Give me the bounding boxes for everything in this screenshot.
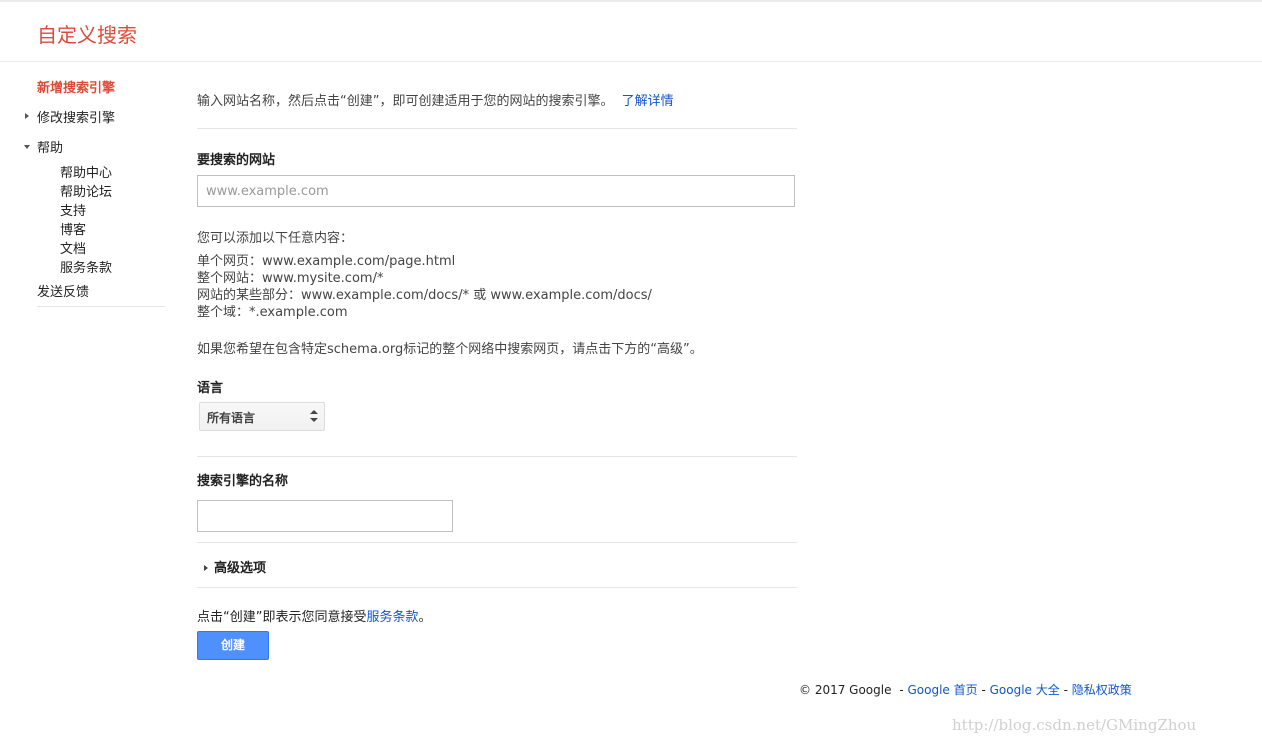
watermark-text: http://blog.csdn.net/GMingZhou bbox=[952, 716, 1197, 734]
terms-link[interactable]: 服务条款 bbox=[366, 610, 418, 625]
example-domain: 整个域：*.example.com bbox=[197, 305, 348, 320]
sidebar-item-docs[interactable]: 文档 bbox=[60, 238, 86, 257]
create-button[interactable]: 创建 bbox=[197, 631, 269, 660]
sidebar-divider bbox=[37, 306, 165, 307]
sidebar-item-terms[interactable]: 服务条款 bbox=[60, 257, 112, 276]
section-divider bbox=[197, 587, 797, 588]
sidebar-item-new-engine[interactable]: 新增搜索引擎 bbox=[37, 77, 115, 96]
sidebar-item-feedback[interactable]: 发送反馈 bbox=[37, 281, 89, 300]
footer-separator: - bbox=[1063, 683, 1068, 697]
language-selected-value: 所有语言 bbox=[207, 411, 256, 425]
sidebar-item-help-center[interactable]: 帮助中心 bbox=[60, 162, 112, 181]
section-divider bbox=[197, 542, 797, 543]
privacy-policy-link[interactable]: 隐私权政策 bbox=[1072, 683, 1132, 697]
sidebar-item-edit-engine[interactable]: 修改搜索引擎 bbox=[37, 107, 115, 126]
language-label: 语言 bbox=[197, 381, 224, 396]
sidebar-item-support[interactable]: 支持 bbox=[60, 200, 86, 219]
terms-suffix: 。 bbox=[418, 610, 432, 625]
learn-more-link[interactable]: 了解详情 bbox=[622, 94, 674, 109]
can-add-text: 您可以添加以下任意内容： bbox=[197, 231, 354, 246]
sites-label: 要搜索的网站 bbox=[197, 153, 276, 168]
copyright-text: © 2017 Google bbox=[799, 683, 892, 697]
footer-separator: - bbox=[899, 683, 904, 697]
schema-note: 如果您希望在包含特定schema.org标记的整个网络中搜索网页，请点击下方的“… bbox=[197, 342, 703, 357]
section-divider bbox=[197, 128, 797, 129]
sites-input[interactable] bbox=[197, 175, 795, 207]
engine-name-input[interactable] bbox=[197, 500, 453, 532]
collapse-arrow-icon[interactable] bbox=[24, 145, 30, 149]
engine-name-label: 搜索引擎的名称 bbox=[197, 474, 289, 489]
terms-notice: 点击“创建”即表示您同意接受服务条款。 bbox=[197, 606, 432, 625]
expand-arrow-icon[interactable] bbox=[25, 113, 29, 119]
expand-arrow-icon[interactable] bbox=[204, 565, 208, 571]
sidebar-item-help-forum[interactable]: 帮助论坛 bbox=[60, 181, 112, 200]
app-title: 自定义搜索 bbox=[37, 23, 137, 47]
footer-separator: - bbox=[981, 683, 986, 697]
advanced-options-toggle[interactable]: 高级选项 bbox=[214, 557, 266, 576]
intro-text: 输入网站名称，然后点击“创建”，即可创建适用于您的网站的搜索引擎。 了解详情 bbox=[197, 90, 674, 109]
sidebar-item-blog[interactable]: 博客 bbox=[60, 219, 86, 238]
footer: © 2017 Google - Google 首页 - Google 大全 - … bbox=[799, 681, 1132, 698]
terms-prefix: 点击“创建”即表示您同意接受 bbox=[197, 610, 367, 625]
sidebar-item-help[interactable]: 帮助 bbox=[37, 137, 63, 156]
intro-message: 输入网站名称，然后点击“创建”，即可创建适用于您的网站的搜索引擎。 bbox=[197, 94, 614, 109]
app-header: 自定义搜索 bbox=[0, 2, 1262, 62]
google-all-link[interactable]: Google 大全 bbox=[990, 683, 1060, 697]
section-divider bbox=[197, 456, 797, 457]
select-arrows-icon bbox=[310, 410, 318, 424]
language-select[interactable]: 所有语言 bbox=[199, 402, 325, 431]
google-home-link[interactable]: Google 首页 bbox=[907, 683, 977, 697]
